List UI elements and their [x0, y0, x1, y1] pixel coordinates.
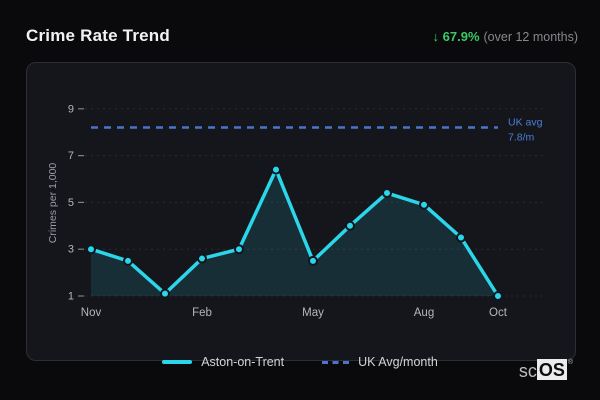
dashed-line-swatch-icon [322, 360, 350, 364]
y-axis-title: Crimes per 1,000 [47, 163, 59, 244]
registered-trademark-icon: ® [567, 359, 573, 366]
legend-item-aston[interactable]: Aston-on-Trent [162, 355, 284, 369]
data-point-dot[interactable] [345, 220, 355, 231]
legend-label: Aston-on-Trent [201, 355, 285, 369]
uk-avg-value-label: 7.8/m [508, 132, 535, 144]
uk-avg-label: UK avg [508, 117, 543, 129]
data-point-dot[interactable] [197, 253, 207, 264]
logo-prefix: sc [518, 361, 537, 381]
x-tick-label: Feb [192, 307, 212, 319]
data-point-dot[interactable] [308, 255, 318, 266]
y-tick-label: 3 [68, 244, 74, 256]
trend-stat-value: ↓ 67.9% [432, 28, 480, 44]
y-tick-label: 5 [68, 197, 74, 209]
y-tick-label: 9 [68, 103, 74, 115]
data-point-dot[interactable] [160, 288, 170, 299]
data-point-dot[interactable] [234, 244, 244, 255]
chart-panel: 1 3 5 7 9 Crimes per 1,000 Nov Feb May Aug Oct UK a… [26, 62, 576, 361]
chart-legend: Aston-on-Trent UK Avg/month [0, 353, 600, 371]
area-fill [91, 169, 498, 296]
solid-line-swatch-icon [162, 360, 193, 364]
legend-label: UK Avg/month [358, 355, 438, 369]
header: Crime Rate Trend ↓ 67.9% (over 12 months) [26, 24, 578, 48]
y-tick-label: 1 [68, 291, 74, 303]
chart-canvas[interactable]: 1 3 5 7 9 Crimes per 1,000 Nov Feb May Aug Oct UK a… [27, 63, 575, 360]
x-tick-label: Oct [489, 307, 508, 319]
x-tick-label: May [302, 307, 324, 319]
x-tick-label: Aug [414, 307, 434, 319]
data-point-dot[interactable] [382, 188, 392, 199]
data-point-dot[interactable] [86, 244, 96, 255]
trend-stat-caption: (over 12 months) [483, 29, 578, 44]
data-point-dot[interactable] [419, 199, 429, 210]
y-tick-label: 7 [68, 150, 74, 162]
logo-suffix: OS [536, 359, 567, 380]
trend-stat: ↓ 67.9% (over 12 months) [433, 29, 578, 44]
page-title: Crime Rate Trend [26, 26, 170, 45]
x-tick-label: Nov [81, 307, 102, 319]
data-point-dot[interactable] [456, 232, 466, 243]
data-point-dot[interactable] [493, 291, 503, 301]
data-point-dot[interactable] [123, 255, 133, 266]
scos-brand-logo: sc OS ® [519, 359, 573, 380]
data-point-dot[interactable] [271, 164, 281, 175]
legend-item-uk-avg[interactable]: UK Avg/month [322, 355, 438, 369]
